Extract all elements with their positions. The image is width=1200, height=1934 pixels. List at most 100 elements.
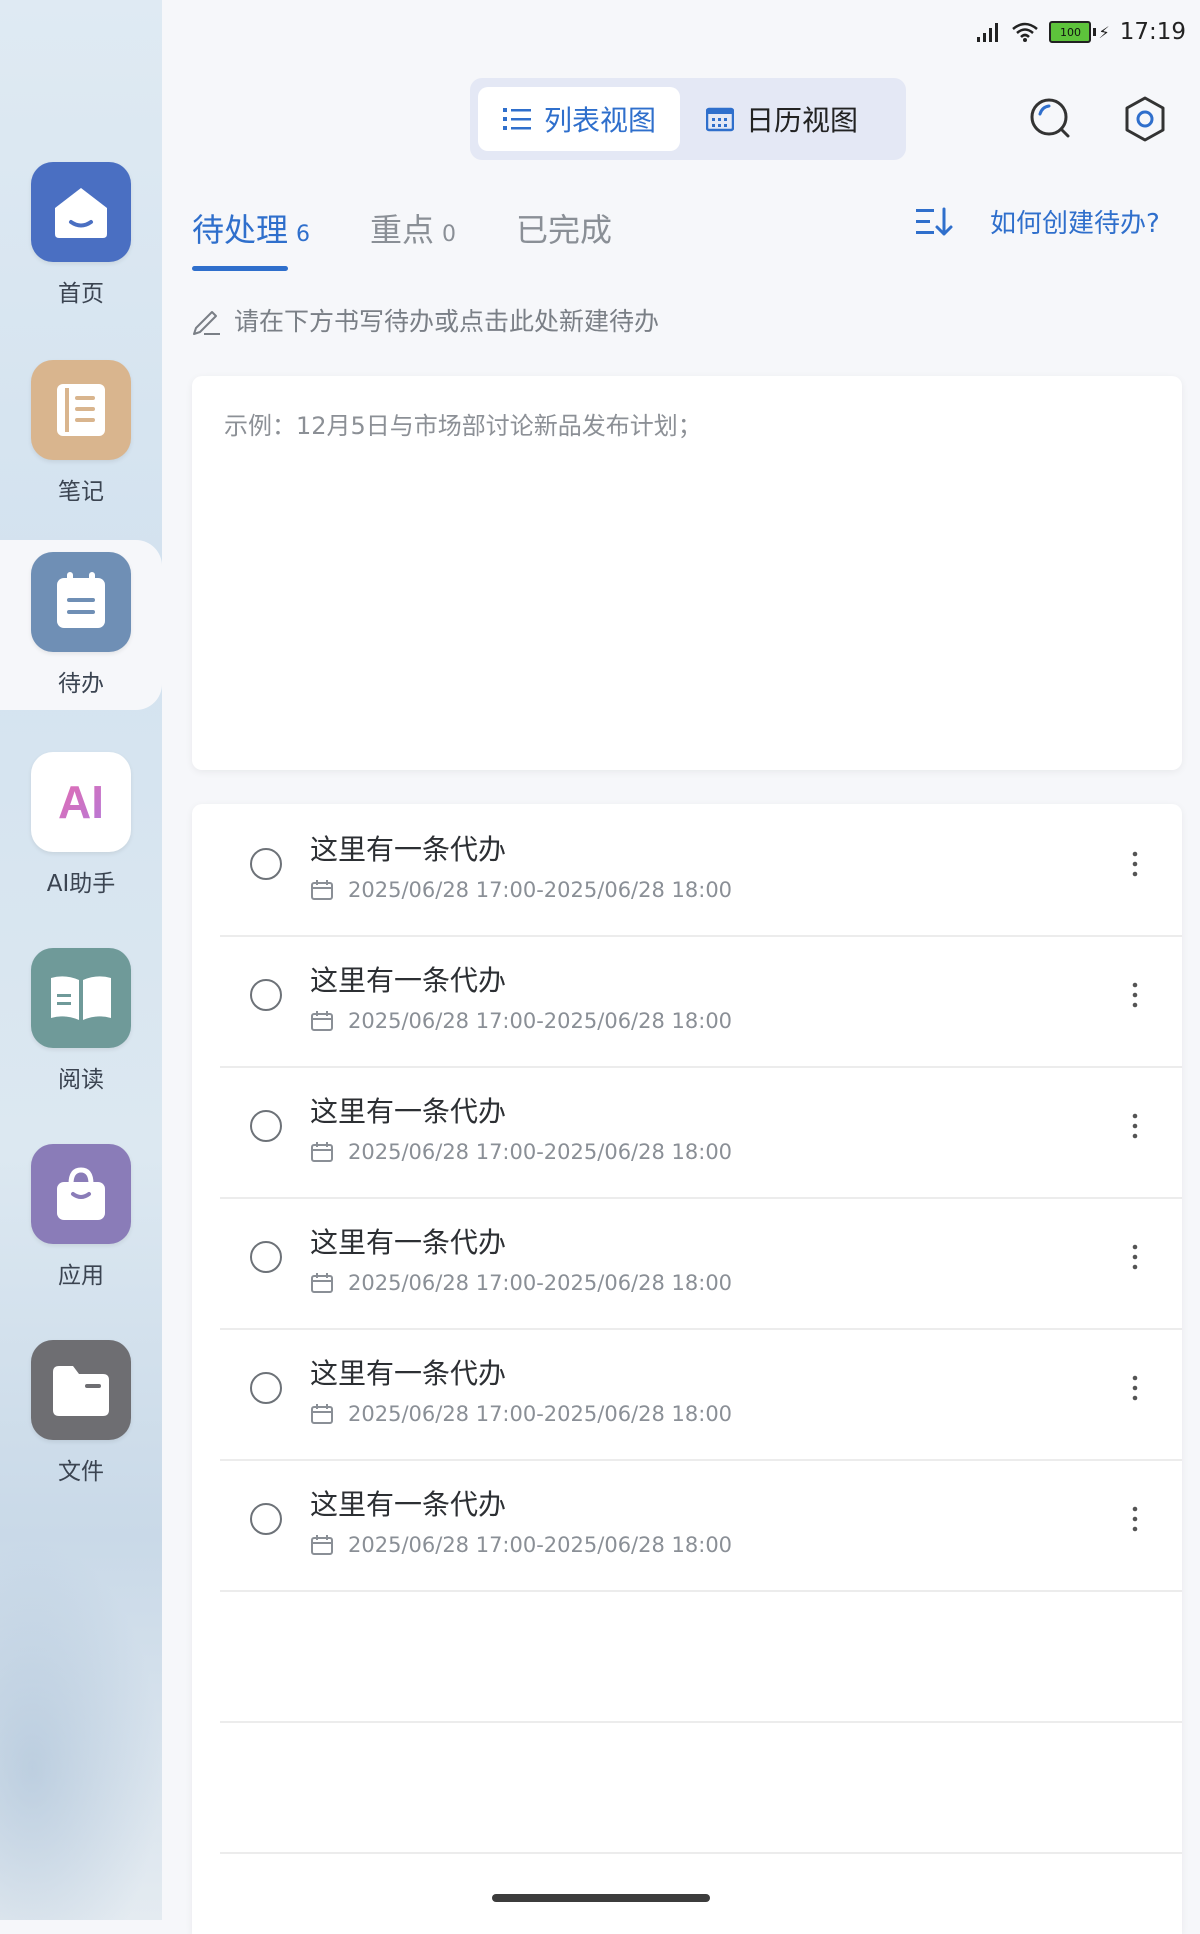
todo-item[interactable]: 这里有一条代办 2025/06/28 17:00-2025/06/28 18:0… xyxy=(220,1066,1182,1199)
nav-label-ai: AI助手 xyxy=(46,871,116,897)
todo-title: 这里有一条代办 xyxy=(310,1095,507,1128)
hint-text: 请在下方书写待办或点击此处新建待办 xyxy=(234,307,660,336)
todo-item[interactable]: 这里有一条代办 2025/06/28 17:00-2025/06/28 18:0… xyxy=(220,1328,1182,1461)
signal-icon xyxy=(977,23,999,42)
todo-item[interactable]: 这里有一条代办 2025/06/28 17:00-2025/06/28 18:0… xyxy=(220,1197,1182,1330)
todo-checkbox[interactable] xyxy=(250,1110,282,1142)
todo-time: 2025/06/28 17:00-2025/06/28 18:00 xyxy=(310,1402,732,1426)
tab-important-count: 0 xyxy=(442,222,457,247)
todo-checkbox[interactable] xyxy=(250,1503,282,1535)
todo-title: 这里有一条代办 xyxy=(310,964,507,997)
more-options-icon[interactable] xyxy=(1130,977,1140,1013)
todo-item[interactable]: 这里有一条代办 2025/06/28 17:00-2025/06/28 18:0… xyxy=(220,804,1182,937)
todo-checkbox[interactable] xyxy=(250,848,282,880)
battery-level: 100 xyxy=(1049,21,1092,43)
tab-done-label: 已完成 xyxy=(516,211,613,249)
wifi-icon xyxy=(1012,22,1039,42)
nav-item-notes[interactable]: 笔记 xyxy=(0,338,162,528)
settings-icon[interactable] xyxy=(1118,92,1172,146)
todo-time-text: 2025/06/28 17:00-2025/06/28 18:00 xyxy=(348,1402,733,1426)
todo-item[interactable]: 这里有一条代办 2025/06/28 17:00-2025/06/28 18:0… xyxy=(220,935,1182,1068)
list-view-label: 列表视图 xyxy=(543,104,656,137)
nav-label-apps: 应用 xyxy=(58,1263,104,1289)
calendar-icon xyxy=(311,1142,333,1162)
todo-time: 2025/06/28 17:00-2025/06/28 18:00 xyxy=(310,1271,732,1295)
ai-assistant-icon: AI xyxy=(31,752,131,852)
calendar-icon xyxy=(311,1273,333,1293)
todo-time-text: 2025/06/28 17:00-2025/06/28 18:00 xyxy=(348,1533,733,1557)
todo-checkbox[interactable] xyxy=(250,1241,282,1273)
todo-list: 这里有一条代办 2025/06/28 17:00-2025/06/28 18:0… xyxy=(192,804,1182,1934)
todo-time: 2025/06/28 17:00-2025/06/28 18:00 xyxy=(310,1140,732,1164)
nav-item-files[interactable]: 文件 xyxy=(0,1318,162,1508)
nav-item-todo[interactable]: 待办 xyxy=(0,540,162,710)
todo-time: 2025/06/28 17:00-2025/06/28 18:00 xyxy=(310,1533,732,1557)
calendar-view-label: 日历视图 xyxy=(745,104,858,137)
status-bar: 100 ⚡ 17:19 xyxy=(975,14,1186,50)
nav-item-home[interactable]: 首页 xyxy=(0,140,162,330)
sidebar: 首页 笔记 待办 AI AI助手 阅读 应用 文件 xyxy=(0,0,162,1920)
shopping-bag-icon xyxy=(31,1144,131,1244)
active-tab-indicator xyxy=(192,266,288,271)
calendar-grid-icon xyxy=(705,107,734,132)
tab-done[interactable]: 已完成 xyxy=(516,205,612,251)
todo-time-text: 2025/06/28 17:00-2025/06/28 18:00 xyxy=(348,1140,733,1164)
todo-title: 这里有一条代办 xyxy=(310,1226,507,1259)
todo-time: 2025/06/28 17:00-2025/06/28 18:00 xyxy=(310,1009,732,1033)
view-switch: 列表视图 日历视图 xyxy=(470,78,906,160)
charging-icon: ⚡ xyxy=(1098,22,1110,42)
home-icon xyxy=(31,162,131,262)
pencil-icon xyxy=(193,311,220,335)
nav-item-apps[interactable]: 应用 xyxy=(0,1122,162,1312)
tab-pending-count: 6 xyxy=(296,222,311,247)
home-indicator[interactable] xyxy=(492,1894,710,1902)
todo-item[interactable]: 这里有一条代办 2025/06/28 17:00-2025/06/28 18:0… xyxy=(220,1459,1182,1592)
todo-time-text: 2025/06/28 17:00-2025/06/28 18:00 xyxy=(348,1009,733,1033)
empty-row xyxy=(220,1721,1182,1854)
new-todo-hint[interactable]: 请在下方书写待办或点击此处新建待办 xyxy=(190,300,659,340)
tab-important[interactable]: 重点 0 xyxy=(370,205,456,251)
nav-label-home: 首页 xyxy=(58,281,104,307)
todo-time-text: 2025/06/28 17:00-2025/06/28 18:00 xyxy=(348,878,733,902)
tab-important-label: 重点 xyxy=(370,211,435,249)
todo-input[interactable] xyxy=(222,404,1146,738)
how-to-create-link[interactable]: 如何创建待办? xyxy=(990,203,1160,240)
nav-label-files: 文件 xyxy=(58,1459,104,1485)
notebook-icon xyxy=(31,360,131,460)
nav-label-todo: 待办 xyxy=(58,671,104,697)
calendar-view-button[interactable]: 日历视图 xyxy=(680,87,884,151)
battery-icon: 100 ⚡ xyxy=(1049,21,1110,43)
list-view-button[interactable]: 列表视图 xyxy=(478,87,680,151)
clock: 17:19 xyxy=(1119,19,1186,45)
folder-icon xyxy=(31,1340,131,1440)
calendar-icon xyxy=(311,1404,333,1424)
search-icon[interactable] xyxy=(1024,92,1078,146)
tab-pending[interactable]: 待处理 6 xyxy=(192,205,310,251)
sort-icon[interactable] xyxy=(914,206,954,238)
todo-time-text: 2025/06/28 17:00-2025/06/28 18:00 xyxy=(348,1271,733,1295)
calendar-icon xyxy=(311,1011,333,1031)
nav-label-read: 阅读 xyxy=(58,1067,104,1093)
clipboard-icon xyxy=(31,552,131,652)
todo-title: 这里有一条代办 xyxy=(310,1488,507,1521)
more-options-icon[interactable] xyxy=(1130,846,1140,882)
todo-time: 2025/06/28 17:00-2025/06/28 18:00 xyxy=(310,878,732,902)
more-options-icon[interactable] xyxy=(1130,1370,1140,1406)
nav-label-notes: 笔记 xyxy=(58,479,104,505)
more-options-icon[interactable] xyxy=(1130,1501,1140,1537)
nav-item-ai[interactable]: AI AI助手 xyxy=(0,730,162,920)
calendar-icon xyxy=(311,1535,333,1555)
tab-pending-label: 待处理 xyxy=(192,211,289,249)
empty-row xyxy=(220,1590,1182,1723)
more-options-icon[interactable] xyxy=(1130,1108,1140,1144)
list-icon xyxy=(502,108,531,130)
calendar-icon xyxy=(311,880,333,900)
todo-checkbox[interactable] xyxy=(250,979,282,1011)
book-icon xyxy=(31,948,131,1048)
todo-title: 这里有一条代办 xyxy=(310,833,507,866)
nav-item-read[interactable]: 阅读 xyxy=(0,926,162,1116)
todo-input-card xyxy=(192,376,1182,770)
more-options-icon[interactable] xyxy=(1130,1239,1140,1275)
todo-checkbox[interactable] xyxy=(250,1372,282,1404)
todo-title: 这里有一条代办 xyxy=(310,1357,507,1390)
